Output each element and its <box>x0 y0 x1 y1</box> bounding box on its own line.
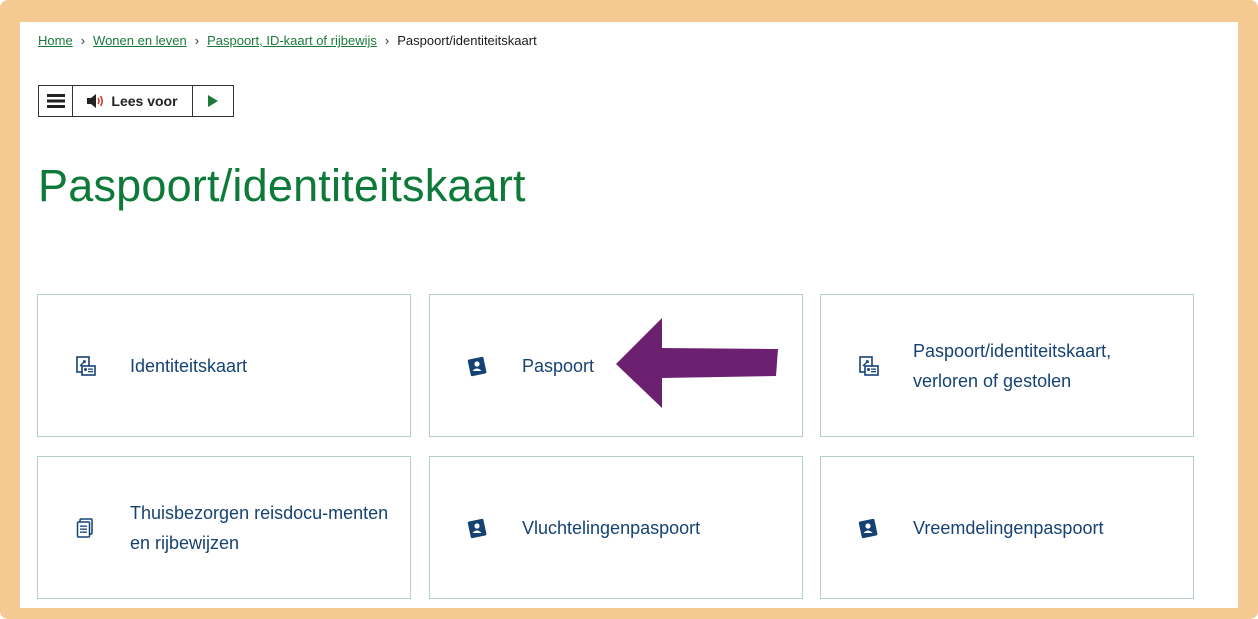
id-card-icon <box>859 355 879 376</box>
passport-icon <box>858 518 878 538</box>
page-title: Paspoort/identiteitskaart <box>38 160 526 211</box>
card-label: Paspoort/identiteitskaart, verloren of g… <box>913 340 1112 391</box>
play-icon <box>208 95 218 107</box>
read-aloud-label: Lees voor <box>111 93 178 109</box>
breadcrumb-separator: › <box>80 33 86 48</box>
speaker-icon <box>87 94 104 108</box>
breadcrumb-wonen-link[interactable]: Wonen en leven <box>93 33 187 48</box>
document-icon <box>76 517 93 538</box>
card-label: Vluchtelingenpaspoort <box>522 517 701 538</box>
card-label: Identiteitskaart <box>130 355 248 376</box>
card-label: Vreemdelingenpaspoort <box>913 517 1104 538</box>
breadcrumb-home-link[interactable]: Home <box>38 33 73 48</box>
card-identiteitskaart[interactable]: Identiteitskaart <box>37 294 411 437</box>
card-paspoort-verloren[interactable]: Paspoort/identiteitskaart, verloren of g… <box>820 294 1194 437</box>
hamburger-icon <box>46 94 65 108</box>
read-aloud-toolbar: Lees voor <box>38 85 234 117</box>
play-button[interactable] <box>193 86 233 116</box>
breadcrumb-current: Paspoort/identiteitskaart <box>397 33 537 48</box>
card-vreemdelingenpaspoort[interactable]: Vreemdelingenpaspoort <box>820 456 1194 599</box>
pointer-arrow-icon <box>616 318 778 408</box>
card-thuisbezorgen[interactable]: Thuisbezorgen reisdocu-menten en rijbewi… <box>37 456 411 599</box>
breadcrumb-separator: › <box>384 33 390 48</box>
passport-icon <box>467 518 487 538</box>
passport-icon <box>467 356 487 376</box>
breadcrumb-separator: › <box>194 33 200 48</box>
id-card-icon <box>76 355 96 376</box>
card-label: Thuisbezorgen reisdocu-menten en rijbewi… <box>130 502 389 553</box>
read-aloud-button[interactable]: Lees voor <box>73 86 193 116</box>
breadcrumb: Home › Wonen en leven › Paspoort, ID-kaart o… <box>38 33 537 48</box>
reader-menu-button[interactable] <box>39 86 73 116</box>
breadcrumb-paspoort-link[interactable]: Paspoort, ID-kaart of rijbewijs <box>207 33 377 48</box>
card-vluchtelingenpaspoort[interactable]: Vluchtelingenpaspoort <box>429 456 803 599</box>
